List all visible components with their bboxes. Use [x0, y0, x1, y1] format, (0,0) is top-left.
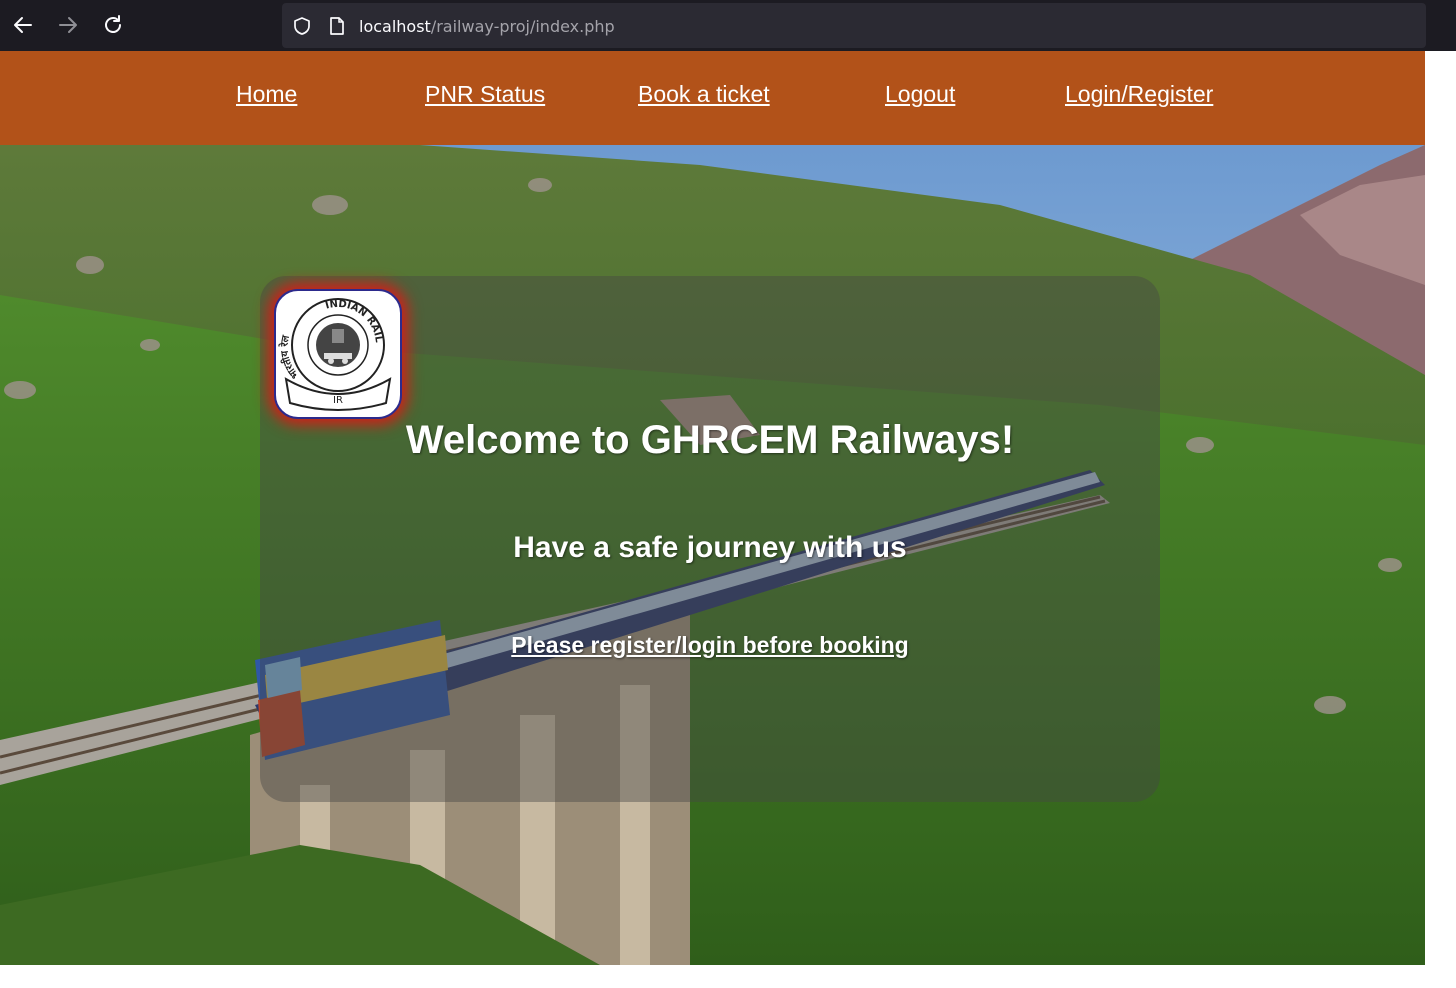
- svg-text:भारतीय रेल: भारतीय रेल: [277, 333, 301, 380]
- url-text[interactable]: localhost/railway-proj/index.php: [359, 17, 615, 36]
- page-gutter: [1425, 51, 1456, 965]
- address-bar[interactable]: localhost/railway-proj/index.php: [282, 3, 1426, 48]
- register-login-notice-link[interactable]: Please register/login before booking: [260, 632, 1160, 659]
- web-page: Home PNR Status Book a ticket Logout Log…: [0, 51, 1425, 965]
- indian-railways-logo: INDIAN RAILWAYS भारतीय रेल IR: [274, 289, 402, 419]
- page-bottom-strip: [0, 965, 1456, 988]
- nav-link-book-ticket[interactable]: Book a ticket: [638, 81, 770, 108]
- site-navbar: Home PNR Status Book a ticket Logout Log…: [0, 51, 1425, 145]
- logo-side-text: भारतीय रेल: [277, 333, 301, 380]
- forward-arrow-icon[interactable]: [54, 11, 82, 39]
- page-icon[interactable]: [328, 16, 346, 41]
- nav-link-login-register[interactable]: Login/Register: [1065, 81, 1213, 108]
- nav-link-home[interactable]: Home: [236, 81, 297, 108]
- back-arrow-icon[interactable]: [9, 11, 37, 39]
- logo-ribbon-text: IR: [333, 395, 343, 406]
- url-path: /railway-proj/index.php: [430, 17, 615, 36]
- hero-section: INDIAN RAILWAYS भारतीय रेल IR Welcome to…: [0, 145, 1425, 965]
- browser-toolbar: localhost/railway-proj/index.php: [0, 0, 1456, 51]
- welcome-heading: Welcome to GHRCEM Railways!: [405, 418, 1015, 462]
- url-host: localhost: [359, 17, 431, 36]
- shield-icon[interactable]: [292, 16, 312, 41]
- reload-icon[interactable]: [99, 11, 127, 39]
- nav-link-logout[interactable]: Logout: [885, 81, 955, 108]
- nav-link-pnr-status[interactable]: PNR Status: [425, 81, 545, 108]
- tagline-heading: Have a safe journey with us: [513, 531, 907, 564]
